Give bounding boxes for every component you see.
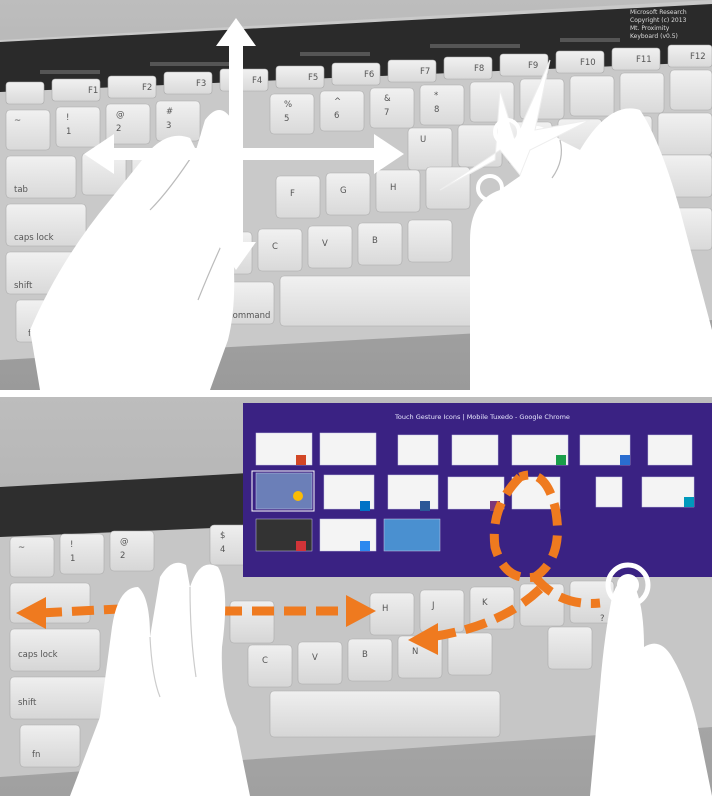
key-caps-label: caps lock bbox=[18, 650, 58, 660]
key-pct-label: % bbox=[284, 100, 292, 110]
top-photo: Microsoft Research Copyright (c) 2013 Mt… bbox=[0, 0, 712, 390]
key-caret-label: ^ bbox=[334, 97, 341, 107]
key-1-label: 1 bbox=[66, 127, 71, 137]
key-f4-label: F4 bbox=[252, 76, 262, 86]
key-shift-label: shift bbox=[14, 281, 33, 291]
key-k-label: K bbox=[482, 598, 488, 608]
key-h-label: H bbox=[382, 604, 388, 614]
key-at-label: @ bbox=[120, 537, 129, 547]
key-f7-label: F7 bbox=[420, 67, 430, 77]
key-2-label: 2 bbox=[116, 124, 121, 134]
key-u-label: U bbox=[420, 135, 426, 145]
svg-text:Microsoft Research: Microsoft Research bbox=[630, 9, 687, 16]
key-n-label: N bbox=[412, 647, 418, 657]
key-3-label: 3 bbox=[166, 121, 171, 131]
key-2-label: 2 bbox=[120, 551, 125, 561]
key-7-label: 7 bbox=[384, 108, 389, 118]
key-f9-label: F9 bbox=[528, 61, 538, 71]
svg-text:Copyright (c) 2013: Copyright (c) 2013 bbox=[630, 17, 687, 24]
key-question-label: ? bbox=[600, 614, 605, 624]
key-at-label: @ bbox=[116, 110, 125, 120]
key-f2-label: F2 bbox=[142, 83, 152, 93]
key-5-label: 5 bbox=[284, 114, 289, 124]
key-tilde-label: ~ bbox=[18, 543, 25, 553]
key-b-label: B bbox=[362, 650, 368, 660]
key-excl-label: ! bbox=[70, 540, 73, 550]
task-switcher-overlay: Touch Gesture Icons | Mobile Tuxedo - Go… bbox=[243, 403, 712, 577]
key-excl-label: ! bbox=[66, 113, 69, 123]
key-amp-label: & bbox=[384, 94, 391, 104]
key-caps-label: caps lock bbox=[14, 233, 54, 243]
key-f6-label: F6 bbox=[364, 70, 374, 80]
key-tab-label: tab bbox=[14, 185, 28, 195]
key-v-label: V bbox=[312, 653, 318, 663]
switcher-title: Touch Gesture Icons | Mobile Tuxedo - Go… bbox=[394, 413, 570, 421]
key-8-label: 8 bbox=[434, 105, 439, 115]
key-1-label: 1 bbox=[70, 554, 75, 564]
key-command-label: command bbox=[228, 311, 270, 321]
key-f5-label: F5 bbox=[308, 73, 318, 83]
bottom-photo: ~ ! 1 @ 2 $ 4 caps lock shift fn H J K C… bbox=[0, 397, 712, 796]
key-j-label: J bbox=[431, 601, 435, 611]
key-6-label: 6 bbox=[334, 111, 339, 121]
key-shift-label: shift bbox=[18, 698, 37, 708]
key-f-label: F bbox=[290, 189, 295, 199]
key-fn-label: fn bbox=[32, 750, 40, 760]
key-hash-label: # bbox=[166, 107, 173, 117]
key-tilde-label: ~ bbox=[14, 116, 21, 126]
svg-text:Mt. Proximity: Mt. Proximity bbox=[630, 25, 670, 32]
key-4-label: 4 bbox=[220, 545, 225, 555]
key-v-label: V bbox=[322, 239, 328, 249]
key-c-label: C bbox=[272, 242, 278, 252]
key-h-label: H bbox=[390, 183, 396, 193]
key-f8-label: F8 bbox=[474, 64, 484, 74]
key-dollar-label: $ bbox=[220, 531, 225, 541]
key-c-label: C bbox=[262, 656, 268, 666]
key-f1-label: F1 bbox=[88, 86, 98, 96]
key-star-label: * bbox=[434, 91, 438, 101]
key-b-label: B bbox=[372, 236, 378, 246]
key-g-label: G bbox=[340, 186, 347, 196]
key-f3-label: F3 bbox=[196, 79, 206, 89]
key-f12-label: F12 bbox=[690, 52, 706, 62]
key-f10-label: F10 bbox=[580, 58, 596, 68]
key-f11-label: F11 bbox=[636, 55, 652, 65]
svg-text:Keyboard (v0.5): Keyboard (v0.5) bbox=[630, 33, 678, 40]
